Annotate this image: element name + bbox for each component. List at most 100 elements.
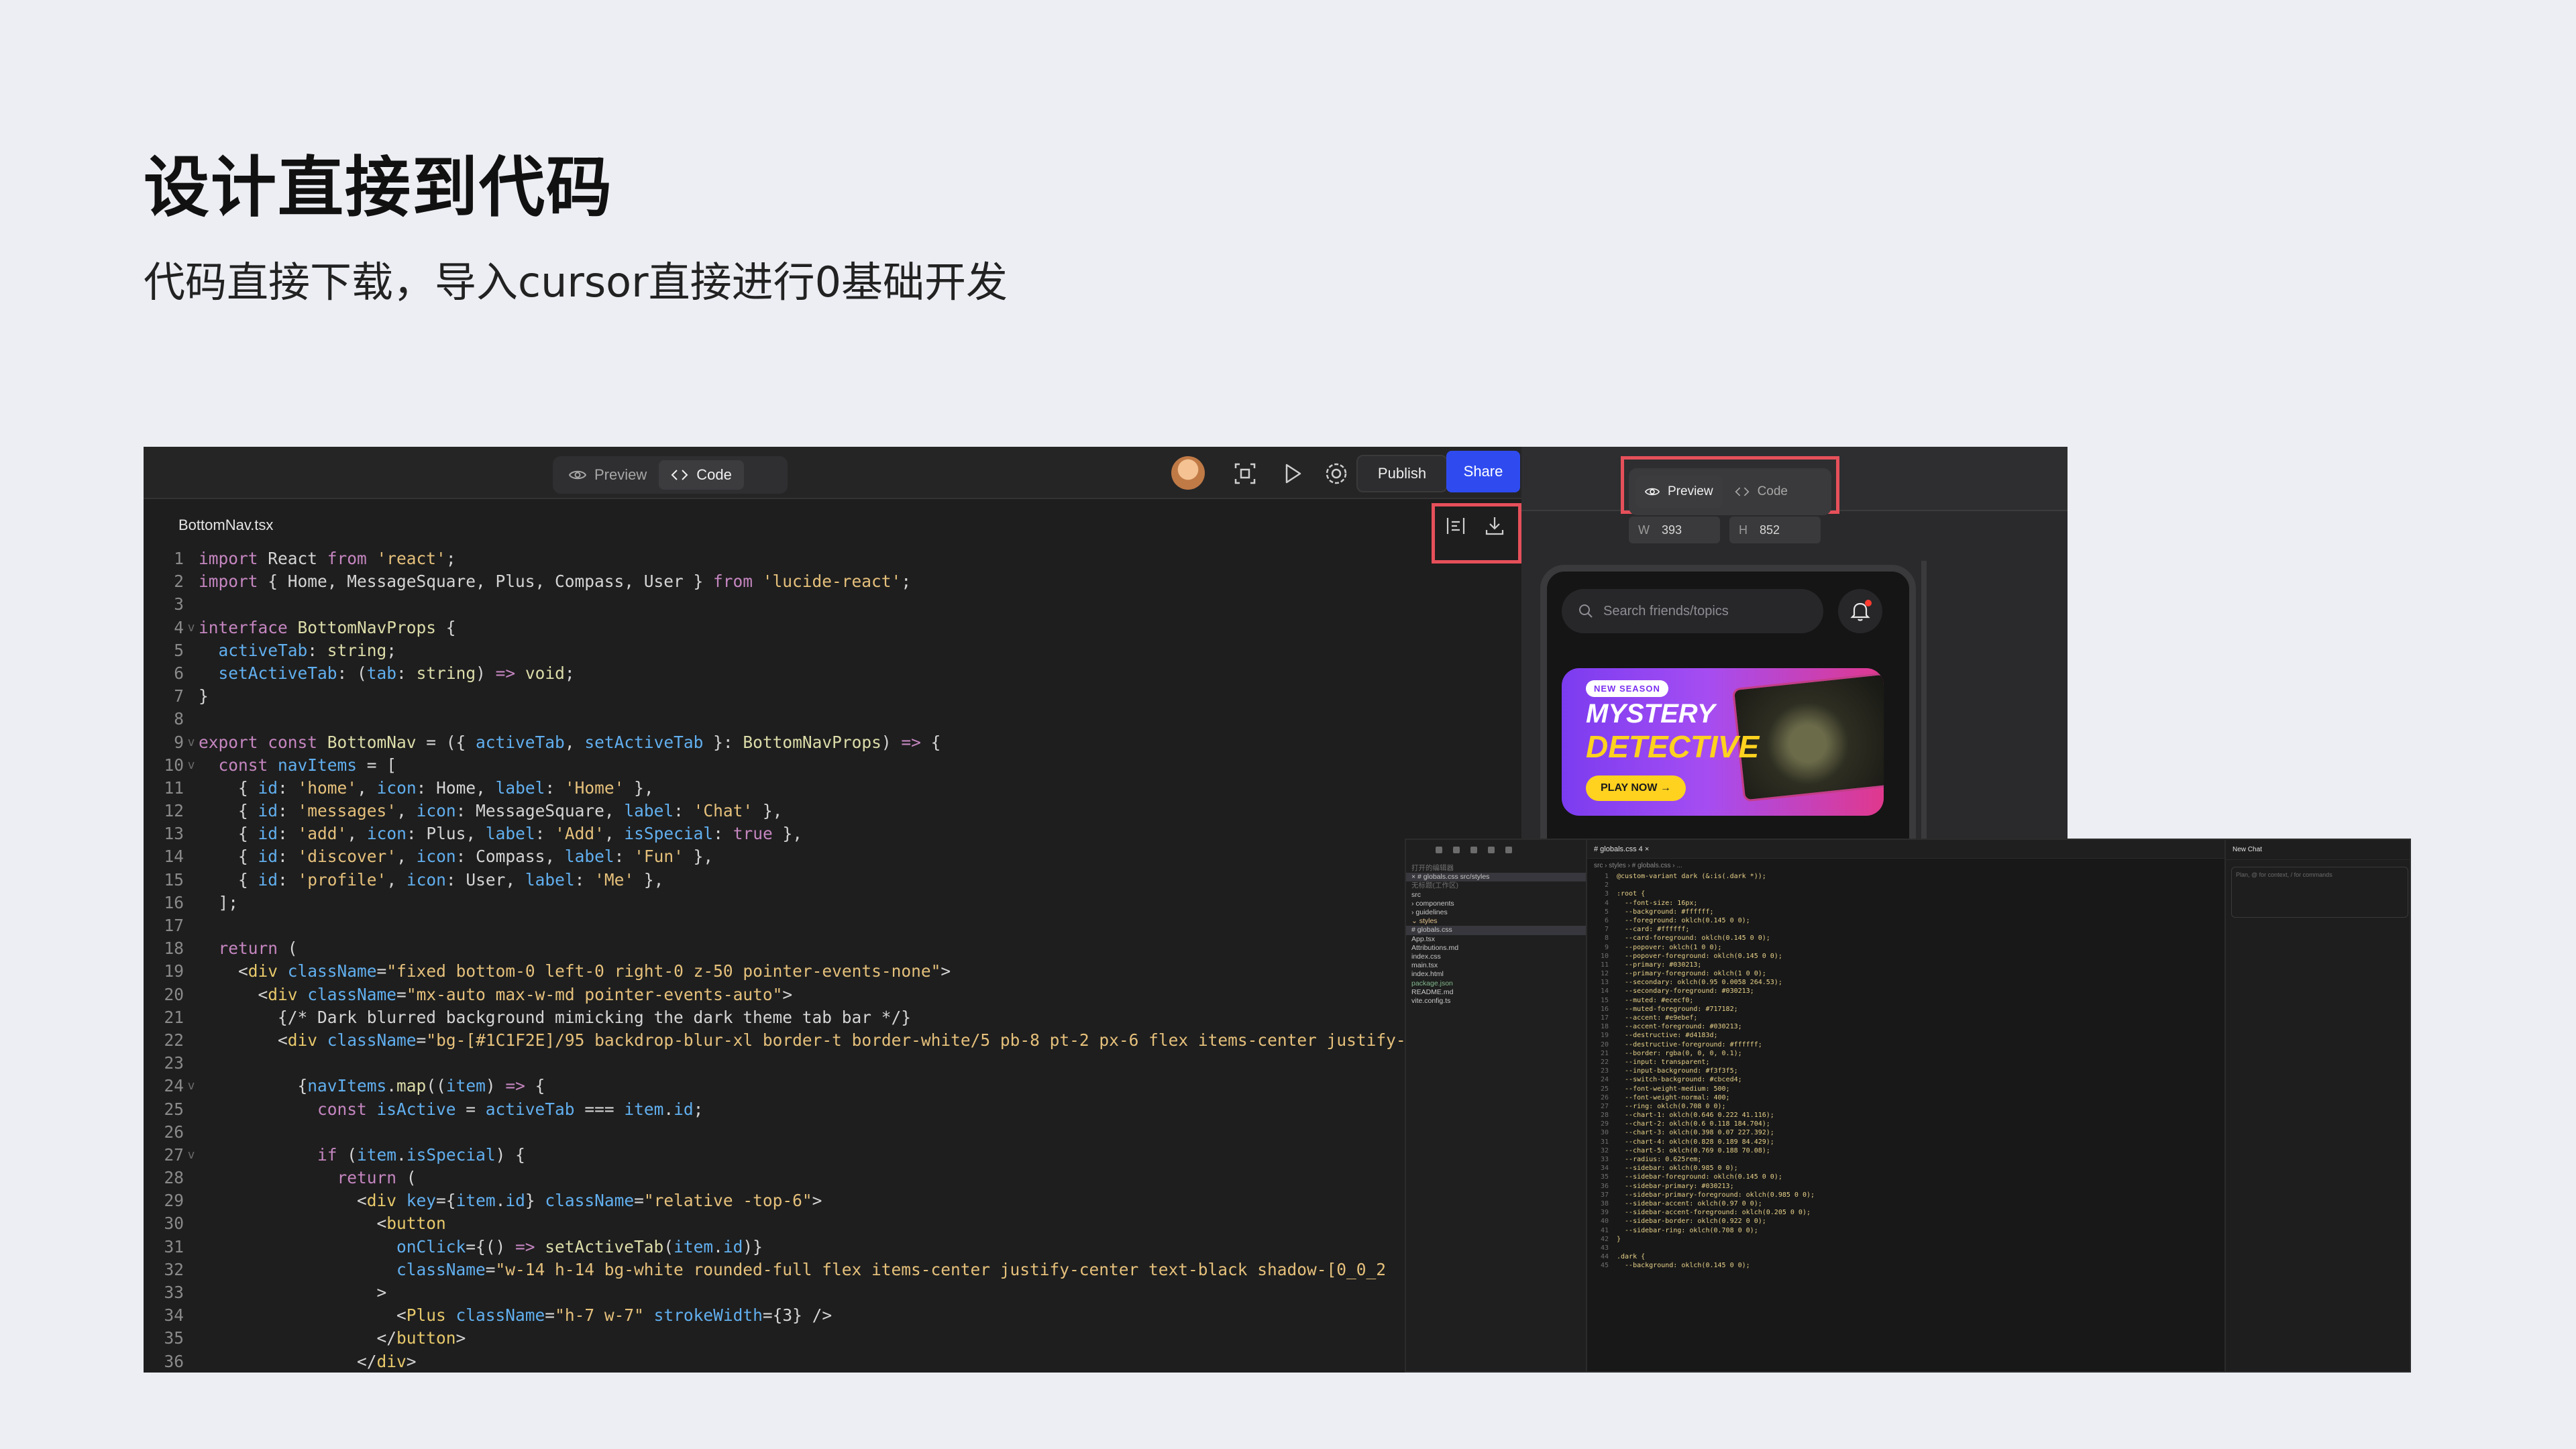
code-line[interactable]: 7} xyxy=(144,685,1485,708)
code-line[interactable]: 41 --sidebar-ring: oklch(0.708 0 0); xyxy=(1587,1226,2224,1235)
width-field[interactable]: W 393 xyxy=(1629,517,1720,543)
tab-preview[interactable]: Preview xyxy=(1635,476,1723,508)
avatar[interactable] xyxy=(1171,456,1205,490)
fold-chevron-icon[interactable]: v xyxy=(184,1075,199,1097)
code-body[interactable]: 1 import React from 'react'; 2 import { Hom… xyxy=(144,547,1485,1373)
code-line[interactable]: 39 --sidebar-accent-foreground: oklch(0.… xyxy=(1587,1208,2224,1217)
publish-button[interactable]: Publish xyxy=(1356,455,1448,492)
code-line[interactable]: 40 --sidebar-border: oklch(0.922 0 0); xyxy=(1587,1217,2224,1226)
tab-code[interactable]: Code xyxy=(1725,476,1797,508)
code-line[interactable]: 28 return ( xyxy=(144,1167,1485,1189)
file-tree-item[interactable]: src xyxy=(1406,891,1586,900)
file-tab[interactable]: BottomNav.tsx xyxy=(178,517,273,534)
code-line[interactable]: 6 setActiveTab: (tab: string) => void; xyxy=(144,662,1485,685)
code-line[interactable]: 1 import React from 'react'; xyxy=(144,547,1485,570)
code-line[interactable]: 15 { id: 'profile', icon: User, label: '… xyxy=(144,869,1485,892)
code-line[interactable]: 22 < div className = "bg-[#1C1F2E]/95 backd… xyxy=(144,1029,1485,1052)
code-line[interactable]: 2 import { Home, MessageSquare, Plus, Com… xyxy=(144,570,1485,593)
code-line[interactable]: 30 < button xyxy=(144,1212,1485,1235)
code-line[interactable]: 9 --popover: oklch(1 0 0); xyxy=(1587,943,2224,952)
fold-chevron-icon[interactable]: v xyxy=(184,1144,199,1167)
code-line[interactable]: 13 { id: 'add', icon: Plus, label: 'Add'… xyxy=(144,822,1485,845)
code-line[interactable]: 34 < Plus className = "h-7 w-7" strokeWidth… xyxy=(144,1304,1485,1327)
code-line[interactable]: 34 --sidebar: oklch(0.985 0 0); xyxy=(1587,1164,2224,1173)
code-line[interactable]: 36 --sidebar-primary: #030213; xyxy=(1587,1182,2224,1191)
code-line[interactable]: 11 { id: 'home', icon: Home, label: 'Hom… xyxy=(144,777,1485,800)
play-icon[interactable] xyxy=(1277,459,1307,488)
code-line[interactable]: 25 const isActive = activeTab === item. i… xyxy=(144,1098,1485,1121)
code-line[interactable]: 32 className = "w-14 h-14 bg-white rounded… xyxy=(144,1258,1485,1281)
code-line[interactable]: 31 onClick ={() => setActiveTab(item. id)} xyxy=(144,1236,1485,1258)
file-tree-item[interactable]: × # globals.css src/styles xyxy=(1406,873,1586,882)
code-line[interactable]: 3:root { xyxy=(1587,890,2224,898)
download-icon[interactable] xyxy=(1483,514,1507,538)
inspect-icon[interactable] xyxy=(1230,459,1260,488)
share-button[interactable]: Share xyxy=(1446,451,1520,492)
code-line[interactable]: 4 --font-size: 16px; xyxy=(1587,899,2224,908)
gear-icon[interactable] xyxy=(1322,459,1351,488)
extensions-icon[interactable] xyxy=(1488,847,1495,853)
code-line[interactable]: 10 v const navItems = [ xyxy=(144,754,1485,777)
tab-preview[interactable]: Preview xyxy=(557,460,659,490)
code-line[interactable]: 28 --chart-1: oklch(0.646 0.222 41.116); xyxy=(1587,1111,2224,1120)
search-input[interactable]: Search friends/topics xyxy=(1562,589,1823,633)
git-icon[interactable] xyxy=(1505,847,1512,853)
code-line[interactable]: 18 return ( xyxy=(144,937,1485,960)
code-line[interactable]: 30 --chart-3: oklch(0.398 0.07 227.392); xyxy=(1587,1128,2224,1137)
code-line[interactable]: 23 --input-background: #f3f3f5; xyxy=(1587,1067,2224,1075)
promo-banner[interactable]: NEW SEASON MYSTERY DETECTIVE PLAY NOW → xyxy=(1562,668,1884,816)
code-line[interactable]: 24 --switch-background: #cbced4; xyxy=(1587,1075,2224,1084)
code-line[interactable]: 20 --destructive-foreground: #ffffff; xyxy=(1587,1040,2224,1049)
fold-chevron-icon[interactable]: v xyxy=(184,616,199,639)
height-field[interactable]: H 852 xyxy=(1729,517,1821,543)
code-line[interactable]: 33 --radius: 0.625rem; xyxy=(1587,1155,2224,1164)
editor-tab[interactable]: # globals.css 4 × xyxy=(1587,840,2224,859)
file-tree-item[interactable]: › components xyxy=(1406,900,1586,908)
code-line[interactable]: 12 { id: 'messages', icon: MessageSquare… xyxy=(144,800,1485,822)
code-line[interactable]: 5 --background: #ffffff; xyxy=(1587,908,2224,916)
code-line[interactable]: 26 --font-weight-normal: 400; xyxy=(1587,1093,2224,1102)
code-line[interactable]: 38 --sidebar-accent: oklch(0.97 0 0); xyxy=(1587,1199,2224,1208)
code-line[interactable]: 42} xyxy=(1587,1235,2224,1244)
file-tree-item[interactable]: # globals.css xyxy=(1406,926,1586,935)
code-line[interactable]: 35 </button > xyxy=(144,1327,1485,1350)
file-tree-item[interactable]: package.json xyxy=(1406,979,1586,988)
code-line[interactable]: 8 --card-foreground: oklch(0.145 0 0); xyxy=(1587,934,2224,943)
file-tree-item[interactable]: App.tsx xyxy=(1406,935,1586,944)
code-line[interactable]: 9 v export const BottomNav = ({ activeTab,… xyxy=(144,731,1485,754)
tab-code[interactable]: Code xyxy=(659,460,744,490)
code-line[interactable]: 32 --chart-5: oklch(0.769 0.188 70.08); xyxy=(1587,1146,2224,1155)
code-line[interactable]: 12 --primary-foreground: oklch(1 0 0); xyxy=(1587,969,2224,978)
code-line[interactable]: 21 {/* Dark blurred background mimicking… xyxy=(144,1006,1485,1029)
code-line[interactable]: 5 activeTab: string; xyxy=(144,639,1485,662)
file-tree-item[interactable]: 无标题(工作区) xyxy=(1406,881,1586,890)
file-tree-item[interactable]: index.html xyxy=(1406,970,1586,979)
code-line[interactable]: 45 --background: oklch(0.145 0 0); xyxy=(1587,1261,2224,1270)
code-line[interactable]: 8 xyxy=(144,708,1485,731)
code-line[interactable]: 1 @custom-variant dark (&:is(.dark *)); xyxy=(1587,872,2224,881)
css-code-body[interactable]: 1 @custom-variant dark (&:is(.dark *)); 2 3… xyxy=(1587,872,2224,1270)
code-line[interactable]: 44 .dark { xyxy=(1587,1252,2224,1261)
code-line[interactable]: 37 --sidebar-primary-foreground: oklch(0… xyxy=(1587,1191,2224,1199)
file-tree-item[interactable]: main.tsx xyxy=(1406,961,1586,970)
code-line[interactable]: 24 v {navItems. map((item) => { xyxy=(144,1075,1485,1097)
code-line[interactable]: 17 --accent: #e9ebef; xyxy=(1587,1014,2224,1022)
file-tree-item[interactable]: 打开的编辑器 xyxy=(1406,864,1586,873)
code-line[interactable]: 29 --chart-2: oklch(0.6 0.118 184.704); xyxy=(1587,1120,2224,1128)
code-line[interactable]: 3 xyxy=(144,593,1485,616)
code-line[interactable]: 27 v if (item. isSpecial) { xyxy=(144,1144,1485,1167)
code-line[interactable]: 11 --primary: #030213; xyxy=(1587,961,2224,969)
code-line[interactable]: 14 { id: 'discover', icon: Compass, labe… xyxy=(144,845,1485,868)
file-tree-item[interactable]: › guidelines xyxy=(1406,908,1586,917)
run-icon[interactable] xyxy=(1470,847,1477,853)
file-tree-item[interactable]: README.md xyxy=(1406,988,1586,997)
code-line[interactable]: 36 </div > xyxy=(144,1350,1485,1373)
code-line[interactable]: 16 --muted-foreground: #717182; xyxy=(1587,1005,2224,1014)
code-line[interactable]: 6 --foreground: oklch(0.145 0 0); xyxy=(1587,916,2224,925)
code-line[interactable]: 27 --ring: oklch(0.708 0 0); xyxy=(1587,1102,2224,1111)
code-line[interactable]: 21 --border: rgba(0, 0, 0, 0.1); xyxy=(1587,1049,2224,1058)
play-now-button[interactable]: PLAY NOW → xyxy=(1586,775,1686,801)
code-line[interactable]: 4 v interface BottomNavProps { xyxy=(144,616,1485,639)
code-line[interactable]: 17 xyxy=(144,914,1485,937)
fold-chevron-icon[interactable]: v xyxy=(184,754,199,777)
